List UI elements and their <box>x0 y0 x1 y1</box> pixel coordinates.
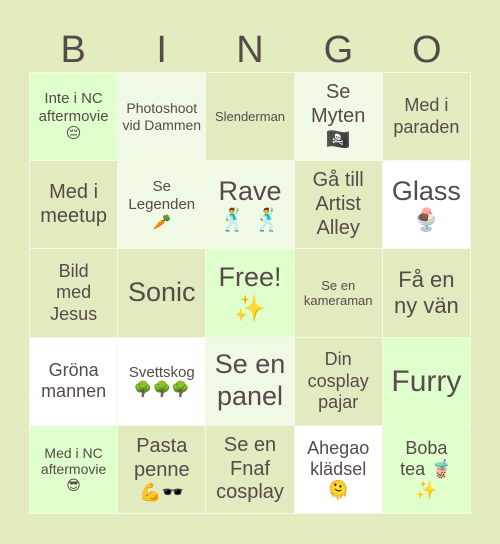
pirate-flag-icon: 🏴‍☠️ <box>325 127 351 152</box>
bingo-cell[interactable]: Furry <box>382 337 470 425</box>
cell-label: Rave <box>218 175 282 206</box>
bingo-cell[interactable]: Med i meetup <box>30 161 118 249</box>
sparkles-icon: ✨ <box>415 480 438 501</box>
bingo-cell[interactable]: Se en Fnaf cosplay <box>206 425 294 513</box>
bingo-cell[interactable]: Slenderman <box>206 73 294 161</box>
bingo-cell[interactable]: Med i NC aftermovie 😎 <box>30 425 118 513</box>
carrot-icon: 🥕 <box>152 212 172 231</box>
cell-label: Furry <box>391 364 462 398</box>
cell-label: Gröna mannen <box>41 359 107 402</box>
dancing-man-icon: 🕺 🕺 <box>219 207 281 233</box>
header-letter-b: B <box>60 29 86 71</box>
bingo-cell[interactable]: Boba tea 🧋 ✨ <box>382 425 470 513</box>
bingo-cell[interactable]: Se en panel <box>206 337 294 425</box>
bingo-cell[interactable]: Photoshoot vid Dammen <box>118 73 206 161</box>
cell-label: Din cosplay pajar <box>307 349 369 412</box>
cell-label: Sonic <box>128 277 196 308</box>
header-letter-g: G <box>323 29 354 71</box>
bingo-cell free-space[interactable]: Free! ✨ <box>206 249 294 337</box>
tree-icon: 🌳🌳🌳 <box>133 380 190 399</box>
pensive-face-icon: 😔 <box>65 124 82 143</box>
bingo-cell[interactable]: Sonic <box>118 249 206 337</box>
cell-label: Inte i NC aftermovie <box>38 90 109 125</box>
cell-label: Slenderman <box>214 108 286 124</box>
flexed-biceps-sunglasses-icon: 💪🕶️ <box>139 482 185 504</box>
bingo-cell[interactable]: Gröna mannen <box>30 337 118 425</box>
cell-label: Photoshoot vid Dammen <box>122 100 202 133</box>
bingo-cell[interactable]: Få en ny vän <box>382 249 470 337</box>
ice-cream-icon: 🍨 <box>412 207 441 233</box>
bingo-cell[interactable]: Ahegao klädsel 🫠 <box>294 425 382 513</box>
cell-label: Boba tea 🧋 <box>400 437 453 479</box>
cell-label: Med i paraden <box>393 95 460 137</box>
bingo-cell[interactable]: Se Myten 🏴‍☠️ <box>294 73 382 161</box>
bingo-card: Inte i NC aftermovie 😔 Photoshoot vid Da… <box>29 72 471 514</box>
bingo-cell[interactable]: Svettskog 🌳🌳🌳 <box>118 337 206 425</box>
header-letter-o: O <box>412 29 442 71</box>
bingo-cell[interactable]: Din cosplay pajar <box>294 337 382 425</box>
cell-label: Pasta penne <box>133 435 190 481</box>
cell-label: Med i meetup <box>40 181 107 227</box>
bingo-cell[interactable]: Glass 🍨 <box>382 161 470 249</box>
header-letter-n: N <box>236 29 264 71</box>
bingo-cell[interactable]: Se Legenden 🥕 <box>118 161 206 249</box>
header-letter-i: I <box>156 29 167 71</box>
sparkles-icon: ✨ <box>233 293 267 324</box>
bingo-cell[interactable]: Bild med Jesus <box>30 249 118 337</box>
cell-label: Se Myten <box>310 81 366 127</box>
bingo-cell[interactable]: Gå till Artist Alley <box>294 161 382 249</box>
cell-label: Svettskog <box>128 363 195 381</box>
cell-label: Se en kameraman <box>303 277 373 308</box>
cell-label: Se en panel <box>214 349 286 412</box>
sunglasses-face-icon: 😎 <box>66 477 81 494</box>
melting-face-icon: 🫠 <box>326 480 350 501</box>
bingo-header: B I N G O <box>29 28 471 72</box>
bingo-cell[interactable]: Se en kameraman <box>294 249 382 337</box>
bingo-cell[interactable]: Rave 🕺 🕺 <box>206 161 294 249</box>
cell-label: Se en Fnaf cosplay <box>216 434 284 504</box>
cell-label: Se Legenden <box>128 178 196 213</box>
cell-label: Glass <box>391 175 461 206</box>
cell-label: Få en ny vän <box>393 267 459 318</box>
cell-label: Bild med Jesus <box>50 261 98 324</box>
cell-label: Med i NC aftermovie <box>40 444 107 478</box>
cell-label: Ahegao klädsel <box>307 437 370 479</box>
bingo-cell[interactable]: Pasta penne 💪🕶️ <box>118 425 206 513</box>
bingo-cell[interactable]: Inte i NC aftermovie 😔 <box>30 73 118 161</box>
bingo-cell[interactable]: Med i paraden <box>382 73 470 161</box>
cell-label: Gå till Artist Alley <box>312 169 364 239</box>
cell-label: Free! <box>218 261 282 292</box>
